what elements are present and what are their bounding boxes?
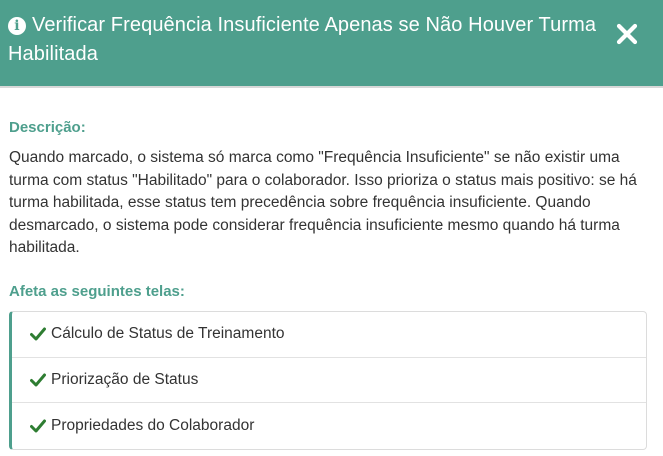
check-icon bbox=[30, 419, 46, 433]
modal-title: i Verificar Frequência Insuficiente Apena… bbox=[8, 11, 598, 69]
list-item-label: Priorização de Status bbox=[51, 370, 199, 388]
modal-title-text: Verificar Frequência Insuficiente Apenas… bbox=[8, 14, 597, 65]
close-icon bbox=[616, 23, 638, 45]
affected-screens-list: Cálculo de Status de Treinamento Prioriz… bbox=[9, 311, 647, 450]
check-icon bbox=[30, 373, 46, 387]
list-item: Propriedades do Colaborador bbox=[12, 403, 646, 449]
check-icon bbox=[30, 327, 46, 341]
list-item-label: Cálculo de Status de Treinamento bbox=[51, 325, 285, 343]
affected-screens-heading: Afeta as seguintes telas: bbox=[9, 283, 185, 300]
list-item: Cálculo de Status de Treinamento bbox=[12, 312, 646, 358]
description-text: Quando marcado, o sistema só marca como … bbox=[9, 149, 637, 256]
list-item-label: Propriedades do Colaborador bbox=[51, 416, 255, 434]
description-heading: Descrição: bbox=[9, 119, 86, 136]
info-circle-icon: i bbox=[8, 17, 26, 35]
modal-header: i Verificar Frequência Insuficiente Apena… bbox=[0, 0, 663, 88]
list-item: Priorização de Status bbox=[12, 358, 646, 403]
help-modal: i Verificar Frequência Insuficiente Apena… bbox=[0, 0, 663, 456]
close-button[interactable] bbox=[615, 22, 639, 46]
